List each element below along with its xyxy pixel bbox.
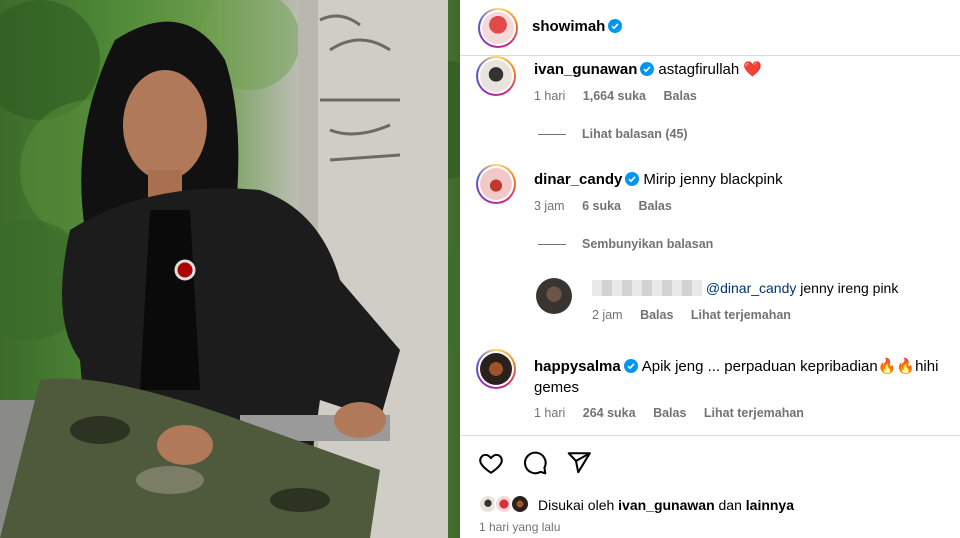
heart-emoji: ❤️ — [743, 61, 762, 78]
reply-meta: 2 jam Balas Lihat terjemahan — [592, 308, 805, 322]
comment-text: Apik jeng ... perpaduan kepribadian🔥🔥hih… — [641, 358, 939, 375]
comment-text: astagfirullah — [658, 61, 740, 78]
verified-badge-icon — [608, 19, 623, 33]
comment-row: dinar_candy Mirip jenny blackpink — [534, 171, 783, 188]
comment-username[interactable]: happysalma — [534, 358, 621, 375]
view-replies-button[interactable]: Lihat balasan (45) — [538, 127, 688, 141]
view-replies-label: Lihat balasan (45) — [582, 127, 688, 141]
photo-illustration — [0, 0, 460, 538]
translate-button[interactable]: Lihat terjemahan — [704, 406, 804, 420]
reply-button[interactable]: Balas — [640, 308, 673, 322]
hide-replies-button[interactable]: Sembunyikan balasan — [538, 237, 713, 251]
comment-row: ivan_gunawan astagfirullah ❤️ — [534, 60, 762, 78]
mention-link[interactable]: @dinar_candy — [706, 280, 797, 296]
author-name[interactable]: showimah — [532, 18, 605, 35]
reply-avatar[interactable] — [536, 278, 572, 314]
post-timestamp: 1 hari yang lalu — [479, 520, 561, 534]
verified-badge-icon — [625, 172, 640, 186]
liked-by-others[interactable]: lainnya — [746, 497, 794, 513]
comment-meta: 1 hari 264 suka Balas Lihat terjemahan — [534, 406, 818, 420]
comment-likes[interactable]: 1,664 suka — [583, 89, 646, 103]
reply-button[interactable]: Balas — [638, 199, 671, 213]
comment-avatar-happysalma[interactable] — [476, 349, 516, 389]
thread-line — [538, 133, 566, 135]
header-divider — [460, 55, 960, 56]
comment-username[interactable]: ivan_gunawan — [534, 61, 637, 78]
thread-line — [538, 243, 566, 245]
comment-meta: 3 jam 6 suka Balas — [534, 199, 686, 213]
verified-badge-icon — [623, 359, 638, 373]
verified-badge-icon — [640, 62, 655, 76]
comment-text-continued: gemes — [534, 379, 580, 396]
comment-username[interactable]: dinar_candy — [534, 171, 622, 188]
heart-icon[interactable] — [478, 450, 504, 476]
comment-text: Mirip jenny blackpink — [643, 171, 783, 188]
redacted-username — [592, 280, 702, 296]
comment-age: 1 hari — [534, 406, 566, 420]
share-icon[interactable] — [566, 450, 592, 476]
translate-button[interactable]: Lihat terjemahan — [691, 308, 791, 322]
post-photo — [0, 0, 460, 538]
reply-button[interactable]: Balas — [653, 406, 686, 420]
comment-age: 1 hari — [534, 89, 566, 103]
reply-row: @dinar_candy jenny ireng pink — [592, 280, 898, 296]
comment-meta: 1 hari 1,664 suka Balas — [534, 89, 711, 103]
reply-text: jenny ireng pink — [800, 280, 899, 296]
actions-divider — [460, 435, 960, 436]
comments-panel: showimah ivan_gunawan astagfirullah ❤️ 1 h… — [460, 0, 960, 538]
comment-age: 3 jam — [534, 199, 565, 213]
comment-likes[interactable]: 264 suka — [583, 406, 636, 420]
comment-likes[interactable]: 6 suka — [582, 199, 621, 213]
comment-row: happysalma Apik jeng ... perpaduan keprib… — [534, 357, 944, 377]
liked-by-line: Disukai oleh ivan_gunawan dan lainnya — [538, 497, 794, 513]
reply-age: 2 jam — [592, 308, 623, 322]
author-username[interactable]: showimah — [532, 18, 623, 35]
liker-avatar[interactable] — [510, 494, 530, 514]
liked-by-connector: dan — [718, 497, 742, 513]
reply-button[interactable]: Balas — [664, 89, 697, 103]
author-avatar[interactable] — [478, 8, 518, 48]
comment-avatar-ivan[interactable] — [476, 56, 516, 96]
comment-icon[interactable] — [522, 450, 548, 476]
liked-by-user[interactable]: ivan_gunawan — [618, 497, 714, 513]
comment-avatar-dinar[interactable] — [476, 164, 516, 204]
liked-by-prefix: Disukai oleh — [538, 497, 615, 513]
hide-replies-label: Sembunyikan balasan — [582, 237, 714, 251]
